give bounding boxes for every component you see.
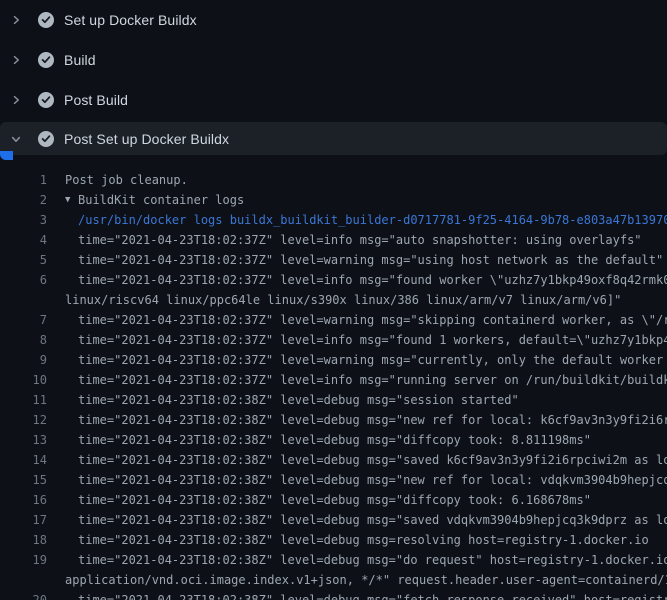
step-label: Post Set up Docker Buildx <box>64 131 229 147</box>
focus-indicator <box>0 151 13 160</box>
log-line: 5 time="2021-04-23T18:02:37Z" level=warn… <box>0 250 667 270</box>
log-line-number[interactable]: 19 <box>0 553 47 567</box>
log-line-text: time="2021-04-23T18:02:37Z" level=info m… <box>78 373 667 387</box>
log-line-number[interactable]: 6 <box>0 273 47 287</box>
check-circle-icon <box>38 92 54 108</box>
log-line-number[interactable]: 16 <box>0 493 47 507</box>
log-line: 8 time="2021-04-23T18:02:37Z" level=info… <box>0 330 667 350</box>
log-line-number[interactable]: 8 <box>0 333 47 347</box>
log-line: 13 time="2021-04-23T18:02:38Z" level=deb… <box>0 430 667 450</box>
step-header-build[interactable]: Build <box>0 40 667 80</box>
log-line-text: linux/riscv64 linux/ppc64le linux/s390x … <box>65 293 621 307</box>
log-line-number[interactable]: 18 <box>0 533 47 547</box>
log-line-text: time="2021-04-23T18:02:38Z" level=debug … <box>78 393 519 407</box>
log-line-number[interactable]: 5 <box>0 253 47 267</box>
log-line-text: time="2021-04-23T18:02:37Z" level=info m… <box>78 333 667 347</box>
log-line: 9 time="2021-04-23T18:02:37Z" level=warn… <box>0 350 667 370</box>
step-label: Set up Docker Buildx <box>64 12 197 28</box>
log-line-text: time="2021-04-23T18:02:38Z" level=debug … <box>78 473 667 487</box>
step-label: Build <box>64 52 96 68</box>
log-line: 10 time="2021-04-23T18:02:37Z" level=inf… <box>0 370 667 390</box>
log-line-number[interactable]: 10 <box>0 373 47 387</box>
step-header-setup-docker-buildx[interactable]: Set up Docker Buildx <box>0 0 667 40</box>
log-line-text: /usr/bin/docker logs buildx_buildkit_bui… <box>78 213 667 227</box>
log-line: application/vnd.oci.image.index.v1+json,… <box>0 570 667 590</box>
log-line: 17 time="2021-04-23T18:02:38Z" level=deb… <box>0 510 667 530</box>
log-line-text: time="2021-04-23T18:02:37Z" level=info m… <box>78 233 642 247</box>
log-line-text: time="2021-04-23T18:02:38Z" level=debug … <box>78 513 667 527</box>
log-line-text: time="2021-04-23T18:02:38Z" level=debug … <box>78 413 667 427</box>
log-line-text: time="2021-04-23T18:02:37Z" level=warnin… <box>78 353 667 367</box>
log-line: 6 time="2021-04-23T18:02:37Z" level=info… <box>0 270 667 290</box>
log-line-number[interactable]: 15 <box>0 473 47 487</box>
log-line: 4 time="2021-04-23T18:02:37Z" level=info… <box>0 230 667 250</box>
log-line: 11 time="2021-04-23T18:02:38Z" level=deb… <box>0 390 667 410</box>
log-line-text: time="2021-04-23T18:02:38Z" level=debug … <box>78 593 667 600</box>
chevron-right-icon <box>10 54 22 66</box>
group-collapse-icon[interactable]: ▼ <box>65 195 78 205</box>
log-line-text: time="2021-04-23T18:02:37Z" level=info m… <box>78 273 667 287</box>
log-line-number[interactable]: 20 <box>0 593 47 600</box>
step-header-post-setup-docker-buildx[interactable]: Post Set up Docker Buildx <box>0 122 667 155</box>
log-line-number[interactable]: 13 <box>0 433 47 447</box>
check-circle-icon <box>38 131 54 147</box>
log-line-text: time="2021-04-23T18:02:38Z" level=debug … <box>78 493 591 507</box>
check-circle-icon <box>38 12 54 28</box>
chevron-right-icon <box>10 14 22 26</box>
log-line-number[interactable]: 4 <box>0 233 47 247</box>
log-line: 1 Post job cleanup. <box>0 170 667 190</box>
log-lines: 1 Post job cleanup. 2 ▼ BuildKit contain… <box>0 155 667 600</box>
log-line: 2 ▼ BuildKit container logs <box>0 190 667 210</box>
log-line-number[interactable]: 11 <box>0 393 47 407</box>
log-line-text: application/vnd.oci.image.index.v1+json,… <box>65 573 667 587</box>
step-label: Post Build <box>64 92 128 108</box>
log-line-text: time="2021-04-23T18:02:38Z" level=debug … <box>78 533 649 547</box>
log-line-text: BuildKit container logs <box>78 193 244 207</box>
log-line: linux/riscv64 linux/ppc64le linux/s390x … <box>0 290 667 310</box>
chevron-right-icon <box>10 94 22 106</box>
log-line-number[interactable]: 1 <box>0 173 47 187</box>
log-line-number[interactable]: 3 <box>0 213 47 227</box>
log-line: 14 time="2021-04-23T18:02:38Z" level=deb… <box>0 450 667 470</box>
log-line: 20 time="2021-04-23T18:02:38Z" level=deb… <box>0 590 667 600</box>
steps-list: Set up Docker Buildx Build Post Build Po… <box>0 0 667 155</box>
log-line-text: time="2021-04-23T18:02:37Z" level=warnin… <box>78 253 663 267</box>
log-line-number[interactable]: 9 <box>0 353 47 367</box>
log-line-text: Post job cleanup. <box>65 173 188 187</box>
check-circle-icon <box>38 52 54 68</box>
log-line: 12 time="2021-04-23T18:02:38Z" level=deb… <box>0 410 667 430</box>
log-line: 3 /usr/bin/docker logs buildx_buildkit_b… <box>0 210 667 230</box>
log-line-number[interactable]: 14 <box>0 453 47 467</box>
log-line-text: time="2021-04-23T18:02:38Z" level=debug … <box>78 453 667 467</box>
log-line-text: time="2021-04-23T18:02:38Z" level=debug … <box>78 553 667 567</box>
log-line: 7 time="2021-04-23T18:02:37Z" level=warn… <box>0 310 667 330</box>
log-line-number[interactable]: 12 <box>0 413 47 427</box>
log-line-number[interactable]: 2 <box>0 193 47 207</box>
log-line: 19 time="2021-04-23T18:02:38Z" level=deb… <box>0 550 667 570</box>
log-line-text: time="2021-04-23T18:02:37Z" level=warnin… <box>78 313 667 327</box>
log-line-text: time="2021-04-23T18:02:38Z" level=debug … <box>78 433 591 447</box>
log-line-number[interactable]: 7 <box>0 313 47 327</box>
chevron-down-icon <box>10 133 22 145</box>
log-line-number[interactable]: 17 <box>0 513 47 527</box>
log-line: 15 time="2021-04-23T18:02:38Z" level=deb… <box>0 470 667 490</box>
log-line: 18 time="2021-04-23T18:02:38Z" level=deb… <box>0 530 667 550</box>
log-line: 16 time="2021-04-23T18:02:38Z" level=deb… <box>0 490 667 510</box>
step-header-post-build[interactable]: Post Build <box>0 80 667 120</box>
